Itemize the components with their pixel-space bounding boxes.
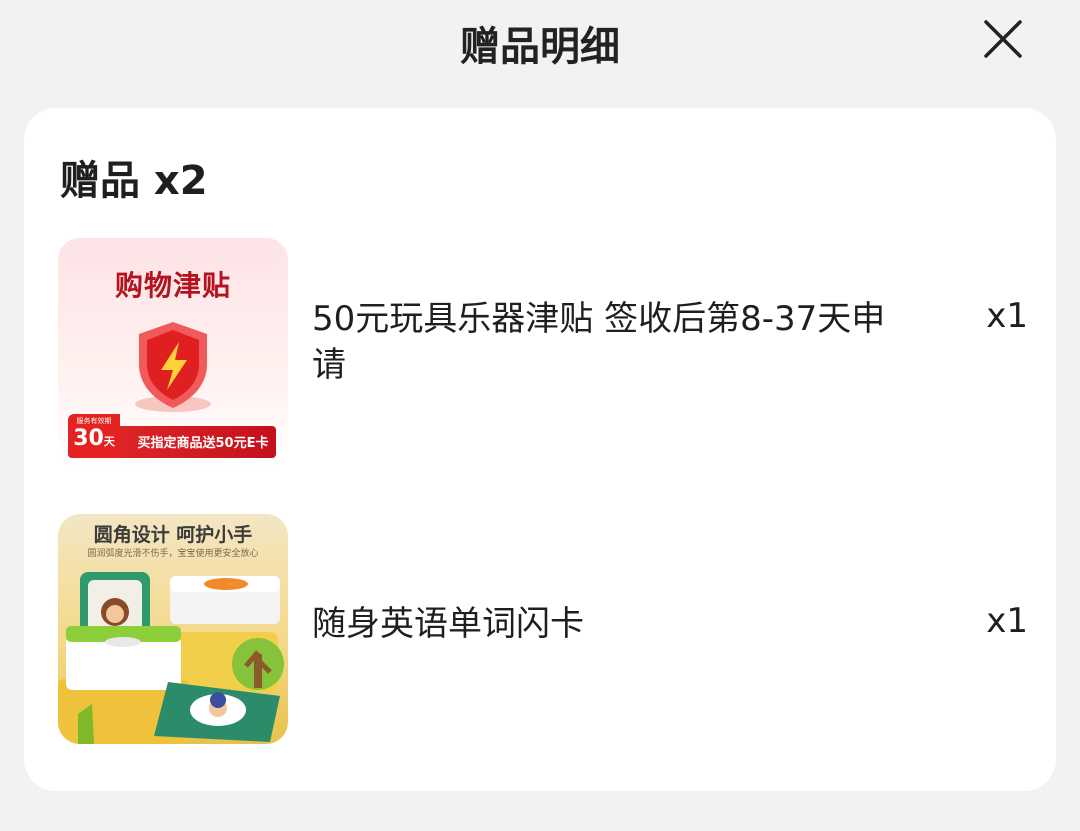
subsidy-banner-text: 买指定商品送50元E卡 [137, 436, 269, 451]
flashcards-illustration [58, 572, 284, 744]
subsidy-thumb-title: 购物津贴 [114, 269, 231, 302]
shield-lightning-icon [135, 322, 211, 412]
gift-item[interactable]: 购物津贴 30天 服务有效期 买指定商品送50元E卡 50元玩具乐器津贴 签收后… [58, 238, 1028, 468]
page-title: 赠品明细 [460, 24, 620, 70]
subsidy-days-caption: 服务有效期 [76, 417, 112, 425]
close-icon[interactable] [974, 12, 1030, 68]
gift-thumbnail-flashcards: 圆角设计 呵护小手 圆润弧度光滑不伤手，宝宝使用更安全放心 [58, 514, 288, 744]
gift-item-name: 50元玩具乐器津贴 签收后第8-37天申请 [312, 299, 886, 385]
gift-item[interactable]: 圆角设计 呵护小手 圆润弧度光滑不伤手，宝宝使用更安全放心 随身英语单词闪卡 x… [58, 514, 1028, 744]
header: 赠品明细 [0, 0, 1080, 90]
gift-item-quantity: x1 [986, 296, 1028, 336]
gift-item-name: 随身英语单词闪卡 [312, 604, 584, 644]
gift-count-heading: 赠品 x2 [60, 158, 208, 204]
close-button[interactable] [974, 12, 1030, 68]
gift-item-quantity: x1 [986, 601, 1028, 641]
gift-thumbnail-subsidy: 购物津贴 30天 服务有效期 买指定商品送50元E卡 [58, 238, 288, 468]
gift-list-card: 赠品 x2 购物津贴 30天 服务有效期 买指定商品送50元E卡 50元玩具乐器… [24, 108, 1056, 791]
